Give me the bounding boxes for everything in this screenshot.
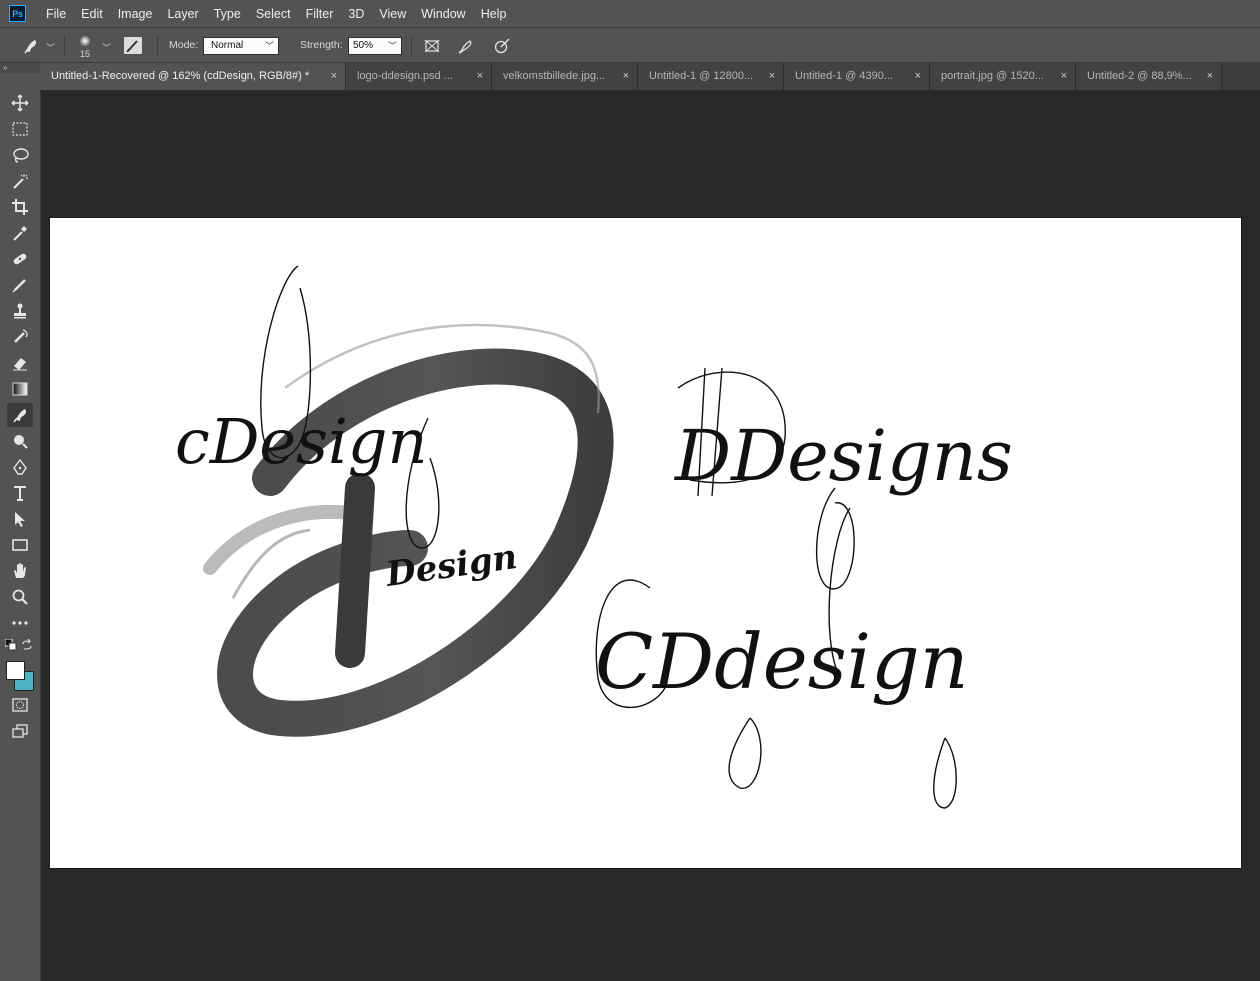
eraser-tool-icon[interactable] [7,351,33,375]
close-icon[interactable]: × [769,63,775,90]
more-tools-icon[interactable] [7,611,33,635]
quick-mask-icon[interactable] [7,693,33,717]
tab-label: Untitled-1-Recovered @ 162% (cdDesign, R… [51,70,310,82]
tab-label: Untitled-1 @ 4390... [795,70,893,82]
close-icon[interactable]: × [1061,63,1067,90]
lasso-tool-icon[interactable] [7,143,33,167]
script-ddesigns-text: DDesigns [673,367,1013,590]
mode-select[interactable]: Normal ﹀ [203,37,279,55]
zoom-tool-icon[interactable] [7,585,33,609]
close-icon[interactable]: × [623,63,629,90]
close-icon[interactable]: × [915,63,921,90]
screen-mode-icon[interactable] [7,719,33,743]
eyedropper-tool-icon[interactable] [7,221,33,245]
canvas-artwork: cDesign Design DDesigns CDdesign [175,265,1013,809]
menu-type[interactable]: Type [214,7,241,21]
tab-velkomstbillede[interactable]: velkomstbillede.jpg... × [492,63,638,90]
mode-label: Mode: [169,39,199,51]
brush-settings-panel-icon[interactable] [124,37,142,54]
rectangular-marquee-tool-icon[interactable] [7,117,33,141]
pen-tool-icon[interactable] [7,455,33,479]
strength-input[interactable]: 50% ﹀ [348,37,402,55]
foreground-color-swatch[interactable] [6,661,25,680]
finger-painting-icon[interactable] [456,37,474,60]
close-icon[interactable]: × [1207,63,1213,90]
default-colors-icon[interactable] [4,638,18,652]
tab-label: logo-ddesign.psd ... [357,70,454,82]
menu-filter[interactable]: Filter [306,7,334,21]
strength-label: Strength: [300,39,343,51]
document-canvas[interactable]: cDesign Design DDesigns CDdesign [50,218,1241,868]
mode-select-value: Normal [211,40,244,51]
tab-logo-ddesign[interactable]: logo-ddesign.psd ... × [346,63,492,90]
menu-file[interactable]: File [46,7,66,21]
strength-chevron-down-icon: ﹀ [387,41,397,51]
tab-untitled-1-4390[interactable]: Untitled-1 @ 4390... × [784,63,930,90]
dodge-tool-icon[interactable] [7,429,33,453]
menu-view[interactable]: View [379,7,406,21]
document-tabs: Untitled-1-Recovered @ 162% (cdDesign, R… [40,63,1260,91]
mode-chevron-down-icon: ﹀ [264,41,274,51]
tool-preset-chevron-down-icon[interactable]: ﹀ [46,41,55,54]
close-icon[interactable]: × [331,63,337,90]
tools-panel [0,73,41,981]
crop-tool-icon[interactable] [7,195,33,219]
script-cddesign-text: CDdesign [595,507,969,809]
path-selection-tool-icon[interactable] [7,507,33,531]
left-script-label: cDesign [175,405,427,478]
tab-label: Untitled-1 @ 12800... [649,70,754,82]
type-tool-icon[interactable] [7,481,33,505]
tab-untitled-1-recovered[interactable]: Untitled-1-Recovered @ 162% (cdDesign, R… [40,63,346,90]
brush-size-value: 15 [80,49,91,59]
magic-wand-tool-icon[interactable] [7,169,33,193]
brush-picker-chevron-down-icon[interactable]: ﹀ [102,41,111,54]
tab-label: Untitled-2 @ 88,9%... [1087,70,1192,82]
menu-select[interactable]: Select [256,7,291,21]
right-top-script-label: DDesigns [673,415,1013,497]
hand-tool-icon[interactable] [7,559,33,583]
options-bar: ﹀ 15 ﹀ Mode: Normal ﹀ Strength: 50% ﹀ [0,28,1260,63]
brushed-d-logo [203,323,614,737]
swap-colors-icon[interactable] [20,638,34,652]
clone-stamp-tool-icon[interactable] [7,299,33,323]
tab-label: velkomstbillede.jpg... [503,70,606,82]
menu-bar: Ps File Edit Image Layer Type Select Fil… [0,0,1260,28]
menu-edit[interactable]: Edit [81,7,103,21]
gradient-tool-icon[interactable] [7,377,33,401]
script-cdesign-text: cDesign [175,265,440,549]
menu-window[interactable]: Window [421,7,465,21]
tab-untitled-2[interactable]: Untitled-2 @ 88,9%... × [1076,63,1222,90]
strength-input-value: 50% [353,40,374,51]
photoshop-logo-icon[interactable]: Ps [9,5,26,22]
sample-all-layers-icon[interactable] [423,37,441,60]
tab-label: portrait.jpg @ 1520... [941,70,1044,82]
menu-layer[interactable]: Layer [167,7,198,21]
pressure-size-icon[interactable] [493,37,511,60]
close-icon[interactable]: × [477,63,483,90]
menu-help[interactable]: Help [481,7,507,21]
tool-preset-smudge-icon[interactable] [22,37,40,60]
rectangle-tool-icon[interactable] [7,533,33,557]
menu-image[interactable]: Image [118,7,153,21]
move-tool-icon[interactable] [7,91,33,115]
tab-portrait[interactable]: portrait.jpg @ 1520... × [930,63,1076,90]
smudge-tool-icon[interactable] [7,403,33,427]
tab-untitled-1-12800[interactable]: Untitled-1 @ 12800... × [638,63,784,90]
brush-tool-icon[interactable] [7,273,33,297]
menu-3d[interactable]: 3D [348,7,364,21]
right-bottom-script-label: CDdesign [595,617,969,706]
history-brush-tool-icon[interactable] [7,325,33,349]
toolbar-collapse-handle[interactable]: » [0,63,40,73]
healing-brush-tool-icon[interactable] [7,247,33,271]
